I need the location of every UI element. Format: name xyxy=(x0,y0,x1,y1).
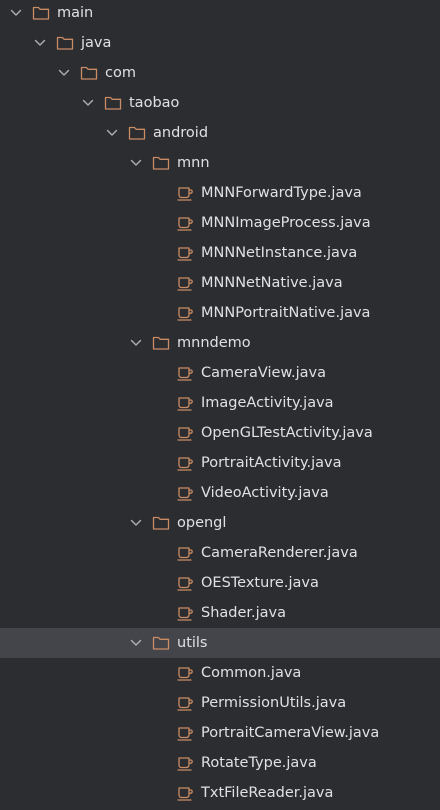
java-file-icon xyxy=(176,214,194,232)
folder-label: java xyxy=(81,35,112,51)
chevron-down-icon[interactable] xyxy=(32,35,48,51)
java-file-icon xyxy=(176,184,194,202)
tree-folder-row[interactable]: main xyxy=(0,0,440,28)
file-label: ImageActivity.java xyxy=(201,395,334,411)
folder-icon xyxy=(104,94,122,112)
folder-label: utils xyxy=(177,635,208,651)
file-label: PortraitCameraView.java xyxy=(201,725,380,741)
file-label: CameraView.java xyxy=(201,365,326,381)
tree-folder-row[interactable]: com xyxy=(0,58,440,88)
tree-file-row[interactable]: MNNNetInstance.java xyxy=(0,238,440,268)
java-file-icon xyxy=(176,424,194,442)
java-file-icon xyxy=(176,454,194,472)
tree-folder-row[interactable]: java xyxy=(0,28,440,58)
file-label: MNNImageProcess.java xyxy=(201,215,371,231)
tree-file-row[interactable]: CameraRenderer.java xyxy=(0,538,440,568)
tree-file-row[interactable]: Common.java xyxy=(0,658,440,688)
chevron-down-icon[interactable] xyxy=(128,635,144,651)
chevron-down-icon[interactable] xyxy=(104,125,120,141)
folder-icon xyxy=(128,124,146,142)
java-file-icon xyxy=(176,544,194,562)
folder-icon xyxy=(152,154,170,172)
folder-icon xyxy=(152,334,170,352)
folder-label: opengl xyxy=(177,515,227,531)
file-label: OESTexture.java xyxy=(201,575,319,591)
tree-file-row[interactable]: MNNPortraitNative.java xyxy=(0,298,440,328)
java-file-icon xyxy=(176,724,194,742)
java-file-icon xyxy=(176,394,194,412)
chevron-down-icon[interactable] xyxy=(8,5,24,21)
project-file-tree: main java com taobao android mnn MNNForwardTyp… xyxy=(0,0,440,810)
java-file-icon xyxy=(176,694,194,712)
folder-icon xyxy=(32,4,50,22)
folder-icon xyxy=(152,514,170,532)
java-file-icon xyxy=(176,754,194,772)
file-label: TxtFileReader.java xyxy=(201,785,334,801)
tree-file-row[interactable]: OpenGLTestActivity.java xyxy=(0,418,440,448)
tree-file-row[interactable]: MNNForwardType.java xyxy=(0,178,440,208)
file-label: MNNForwardType.java xyxy=(201,185,362,201)
java-file-icon xyxy=(176,484,194,502)
folder-label: mnn xyxy=(177,155,210,171)
tree-file-row[interactable]: PortraitCameraView.java xyxy=(0,718,440,748)
tree-folder-row[interactable]: opengl xyxy=(0,508,440,538)
tree-folder-row[interactable]: mnn xyxy=(0,148,440,178)
file-label: MNNNetNative.java xyxy=(201,275,343,291)
java-file-icon xyxy=(176,664,194,682)
java-file-icon xyxy=(176,244,194,262)
chevron-down-icon[interactable] xyxy=(128,155,144,171)
file-label: MNNNetInstance.java xyxy=(201,245,358,261)
tree-file-row[interactable]: CameraView.java xyxy=(0,358,440,388)
tree-folder-row[interactable]: android xyxy=(0,118,440,148)
file-label: PortraitActivity.java xyxy=(201,455,342,471)
tree-file-row[interactable]: TxtFileReader.java xyxy=(0,778,440,808)
tree-file-row[interactable]: Shader.java xyxy=(0,598,440,628)
folder-icon xyxy=(152,634,170,652)
file-label: Shader.java xyxy=(201,605,287,621)
folder-label: mnndemo xyxy=(177,335,251,351)
tree-file-row[interactable]: ImageActivity.java xyxy=(0,388,440,418)
folder-icon xyxy=(56,34,74,52)
file-label: Common.java xyxy=(201,665,302,681)
file-label: PermissionUtils.java xyxy=(201,695,347,711)
chevron-down-icon[interactable] xyxy=(128,515,144,531)
file-label: CameraRenderer.java xyxy=(201,545,358,561)
tree-folder-row[interactable]: utils xyxy=(0,628,440,658)
file-label: MNNPortraitNative.java xyxy=(201,305,371,321)
folder-label: taobao xyxy=(129,95,180,111)
java-file-icon xyxy=(176,574,194,592)
java-file-icon xyxy=(176,784,194,802)
chevron-down-icon[interactable] xyxy=(128,335,144,351)
file-label: RotateType.java xyxy=(201,755,317,771)
tree-file-row[interactable]: PortraitActivity.java xyxy=(0,448,440,478)
tree-file-row[interactable]: OESTexture.java xyxy=(0,568,440,598)
chevron-down-icon[interactable] xyxy=(80,95,96,111)
file-label: VideoActivity.java xyxy=(201,485,329,501)
java-file-icon xyxy=(176,304,194,322)
tree-folder-row[interactable]: taobao xyxy=(0,88,440,118)
folder-label: com xyxy=(105,65,136,81)
tree-file-row[interactable]: MNNImageProcess.java xyxy=(0,208,440,238)
folder-label: main xyxy=(57,5,94,21)
folder-label: android xyxy=(153,125,209,141)
tree-file-row[interactable]: PermissionUtils.java xyxy=(0,688,440,718)
tree-file-row[interactable]: VideoActivity.java xyxy=(0,478,440,508)
java-file-icon xyxy=(176,274,194,292)
file-label: OpenGLTestActivity.java xyxy=(201,425,373,441)
chevron-down-icon[interactable] xyxy=(56,65,72,81)
tree-folder-row[interactable]: mnndemo xyxy=(0,328,440,358)
tree-file-row[interactable]: MNNNetNative.java xyxy=(0,268,440,298)
java-file-icon xyxy=(176,604,194,622)
java-file-icon xyxy=(176,364,194,382)
tree-file-row[interactable]: RotateType.java xyxy=(0,748,440,778)
folder-icon xyxy=(80,64,98,82)
